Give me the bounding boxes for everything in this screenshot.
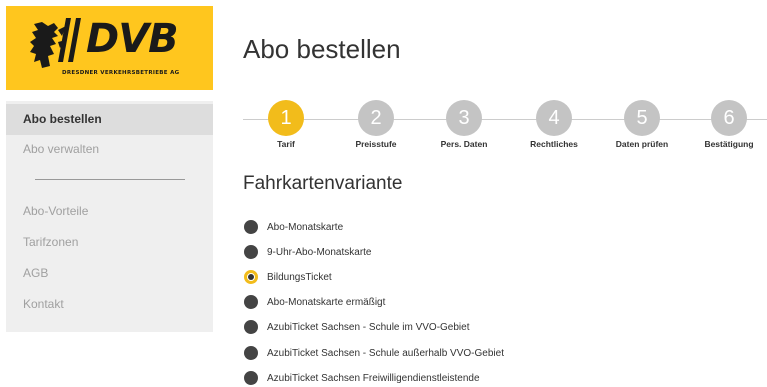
sidebar-item-abo-vorteile[interactable]: Abo-Vorteile bbox=[6, 196, 213, 227]
step-tarif[interactable]: 1 Tarif bbox=[246, 100, 326, 149]
option-label: AzubiTicket Sachsen - Schule außerhalb V… bbox=[267, 347, 504, 359]
radio-button[interactable] bbox=[244, 320, 258, 334]
logo-slashes bbox=[58, 18, 81, 62]
option-abo-monatskarte[interactable]: Abo-Monatskarte bbox=[244, 218, 343, 236]
option-label: Abo-Monatskarte bbox=[267, 221, 344, 233]
radio-button[interactable] bbox=[244, 371, 258, 385]
logo-wordmark: DVB bbox=[86, 16, 179, 62]
sidebar-divider bbox=[35, 179, 185, 180]
sidebar-item-kontakt[interactable]: Kontakt bbox=[6, 289, 213, 320]
option-azubiticket-freiwilligendienst[interactable]: AzubiTicket Sachsen Freiwilligendienstle… bbox=[244, 369, 480, 387]
step-number: 5 bbox=[624, 100, 660, 136]
option-bildungsticket[interactable]: BildungsTicket bbox=[244, 268, 332, 286]
option-label: Abo-Monatskarte ermäßigt bbox=[267, 296, 386, 308]
page-title: Abo bestellen bbox=[243, 34, 401, 64]
step-number: 3 bbox=[446, 100, 482, 136]
step-pers-daten[interactable]: 3 Pers. Daten bbox=[424, 100, 504, 149]
radio-button[interactable] bbox=[244, 220, 258, 234]
sidebar-item-abo-bestellen[interactable]: Abo bestellen bbox=[6, 104, 213, 135]
step-number: 4 bbox=[536, 100, 572, 136]
step-rechtliches[interactable]: 4 Rechtliches bbox=[514, 100, 594, 149]
sidebar-item-agb[interactable]: AGB bbox=[6, 258, 213, 289]
section-title: Fahrkartenvariante bbox=[243, 173, 403, 194]
radio-button[interactable] bbox=[244, 245, 258, 259]
radio-button-selected[interactable] bbox=[244, 270, 258, 284]
step-preisstufe[interactable]: 2 Preisstufe bbox=[336, 100, 416, 149]
option-abo-monatskarte-ermaessigt[interactable]: Abo-Monatskarte ermäßigt bbox=[244, 293, 385, 311]
sidebar-item-abo-verwalten[interactable]: Abo verwalten bbox=[6, 134, 213, 165]
step-label: Rechtliches bbox=[530, 139, 578, 149]
option-label: BildungsTicket bbox=[267, 271, 332, 283]
step-label: Daten prüfen bbox=[615, 139, 669, 149]
option-label: AzubiTicket Sachsen - Schule im VVO-Gebi… bbox=[267, 321, 470, 333]
step-number: 6 bbox=[711, 100, 747, 136]
dvb-logo[interactable]: DVB DRESDNER VERKEHRSBETRIEBE AG bbox=[6, 6, 213, 90]
step-label: Preisstufe bbox=[355, 139, 397, 149]
radio-button[interactable] bbox=[244, 295, 258, 309]
option-9-uhr-abo-monatskarte[interactable]: 9-Uhr-Abo-Monatskarte bbox=[244, 243, 371, 261]
option-azubiticket-schule-im-vvo[interactable]: AzubiTicket Sachsen - Schule im VVO-Gebi… bbox=[244, 318, 470, 336]
step-daten-pruefen[interactable]: 5 Daten prüfen bbox=[602, 100, 682, 149]
option-label: AzubiTicket Sachsen Freiwilligendienstle… bbox=[267, 372, 480, 384]
sidebar: Abo bestellen Abo verwalten Abo-Vorteile… bbox=[6, 101, 213, 332]
step-number: 2 bbox=[358, 100, 394, 136]
logo-tagline: DRESDNER VERKEHRSBETRIEBE AG bbox=[62, 70, 180, 76]
step-label: Pers. Daten bbox=[440, 139, 488, 149]
step-bestaetigung[interactable]: 6 Bestätigung bbox=[689, 100, 767, 149]
option-azubiticket-schule-ausserhalb-vvo[interactable]: AzubiTicket Sachsen - Schule außerhalb V… bbox=[244, 344, 504, 362]
option-label: 9-Uhr-Abo-Monatskarte bbox=[267, 246, 372, 258]
step-number: 1 bbox=[268, 100, 304, 136]
sidebar-item-tarifzonen[interactable]: Tarifzonen bbox=[6, 227, 213, 258]
step-label: Tarif bbox=[277, 139, 295, 149]
radio-button[interactable] bbox=[244, 346, 258, 360]
step-label: Bestätigung bbox=[704, 139, 754, 149]
